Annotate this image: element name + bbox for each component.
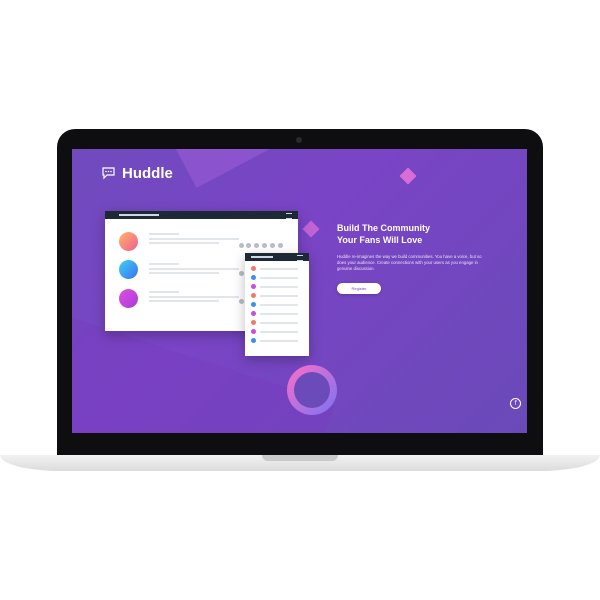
- menu-icon: [297, 255, 303, 261]
- avatar: [251, 266, 256, 271]
- facebook-icon[interactable]: f: [510, 398, 521, 409]
- decorative-diamond: [399, 167, 417, 185]
- menu-icon: [286, 213, 292, 219]
- brand-logo[interactable]: Huddle: [102, 165, 173, 182]
- background-band: [112, 149, 527, 188]
- register-button[interactable]: Register: [337, 283, 381, 294]
- headline-line-1: Build The Community: [337, 223, 430, 233]
- avatar: [119, 232, 138, 251]
- mockup-titlebar: [245, 253, 309, 261]
- avatar: [119, 260, 138, 279]
- decorative-ring: [287, 365, 337, 415]
- avatar: [251, 311, 256, 316]
- chat-bubbles-icon: [102, 166, 115, 179]
- avatar: [251, 302, 256, 307]
- avatar: [251, 293, 256, 298]
- avatar: [251, 329, 256, 334]
- avatar: [251, 275, 256, 280]
- laptop-notch: [262, 455, 338, 461]
- mockup-titlebar: [105, 211, 298, 219]
- avatar: [251, 338, 256, 343]
- mockup-secondary-window: [245, 253, 309, 356]
- avatar: [119, 289, 138, 308]
- hero-headline: Build The Community Your Fans Will Love: [337, 222, 487, 246]
- laptop-camera: [296, 137, 302, 143]
- avatar: [251, 284, 256, 289]
- avatar: [251, 320, 256, 325]
- laptop-screen: Huddle Build The Community Your Fans Wil…: [72, 149, 527, 433]
- avatar-dots: [246, 243, 283, 248]
- decorative-diamond: [302, 220, 320, 238]
- headline-line-2: Your Fans Will Love: [337, 235, 423, 245]
- hero-description: Huddle re-imagines the way we build comm…: [337, 254, 482, 271]
- brand-name: Huddle: [122, 165, 173, 182]
